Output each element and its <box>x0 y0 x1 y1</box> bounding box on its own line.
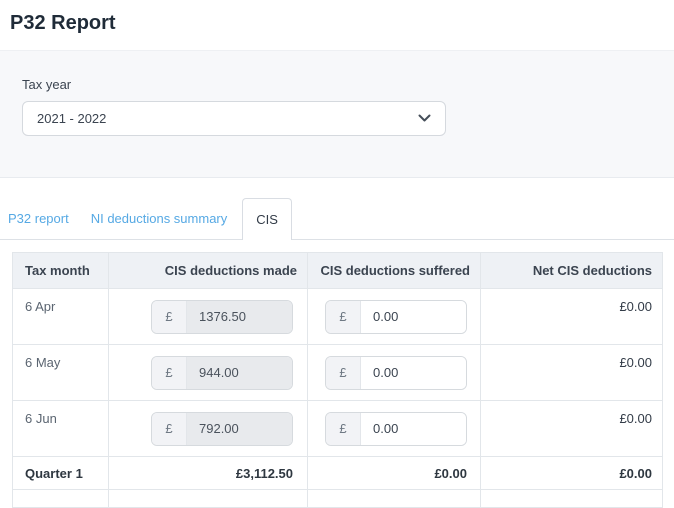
cis-suffered-input-group: £ <box>325 300 467 334</box>
tab-ni-deductions-summary[interactable]: NI deductions summary <box>80 198 239 239</box>
table-row: 6 May £ 944.00 £ £0.00 <box>13 345 663 401</box>
tax-month-label: 6 May <box>13 345 109 401</box>
pound-prefix: £ <box>152 357 187 389</box>
chevron-down-icon <box>418 114 431 123</box>
pound-prefix: £ <box>152 413 187 445</box>
table-row-clipped <box>13 490 663 508</box>
tax-year-label: Tax year <box>22 77 674 92</box>
table-row: 6 Apr £ 1376.50 £ £0.00 <box>13 289 663 345</box>
cis-suffered-input-group: £ <box>325 412 467 446</box>
quarter-net-total: £0.00 <box>481 457 663 490</box>
header-net-cis-deductions: Net CIS deductions <box>481 253 663 289</box>
header-cis-deductions-made: CIS deductions made <box>109 253 308 289</box>
pound-prefix: £ <box>326 413 361 445</box>
cis-suffered-input[interactable] <box>361 301 466 333</box>
tab-p32-report[interactable]: P32 report <box>0 198 80 239</box>
tax-year-select[interactable]: 2021 - 2022 <box>22 101 446 136</box>
report-tabs: P32 report NI deductions summary CIS <box>0 198 674 240</box>
net-cis-value: £0.00 <box>481 289 663 345</box>
header-cis-deductions-suffered: CIS deductions suffered <box>308 253 481 289</box>
cis-suffered-input[interactable] <box>361 413 466 445</box>
table-header-row: Tax month CIS deductions made CIS deduct… <box>13 253 663 289</box>
quarter-summary-row: Quarter 1 £3,112.50 £0.00 £0.00 <box>13 457 663 490</box>
tax-year-selected-value: 2021 - 2022 <box>37 111 106 126</box>
pound-prefix: £ <box>152 301 187 333</box>
cis-made-input-disabled: £ 944.00 <box>151 356 293 390</box>
cis-made-value: 944.00 <box>187 357 292 389</box>
pound-prefix: £ <box>326 357 361 389</box>
quarter-label: Quarter 1 <box>13 457 109 490</box>
tax-month-label: 6 Apr <box>13 289 109 345</box>
tax-year-panel: Tax year 2021 - 2022 <box>0 50 674 178</box>
cis-made-value: 792.00 <box>187 413 292 445</box>
pound-prefix: £ <box>326 301 361 333</box>
quarter-suffered-total: £0.00 <box>308 457 481 490</box>
cis-suffered-input-group: £ <box>325 356 467 390</box>
net-cis-value: £0.00 <box>481 401 663 457</box>
cis-deductions-table: Tax month CIS deductions made CIS deduct… <box>12 252 663 508</box>
page-title: P32 Report <box>0 0 674 35</box>
cis-made-input-disabled: £ 792.00 <box>151 412 293 446</box>
table-row: 6 Jun £ 792.00 £ £0.00 <box>13 401 663 457</box>
header-tax-month: Tax month <box>13 253 109 289</box>
quarter-made-total: £3,112.50 <box>109 457 308 490</box>
cis-made-input-disabled: £ 1376.50 <box>151 300 293 334</box>
tax-month-label: 6 Jun <box>13 401 109 457</box>
cis-made-value: 1376.50 <box>187 301 292 333</box>
cis-suffered-input[interactable] <box>361 357 466 389</box>
net-cis-value: £0.00 <box>481 345 663 401</box>
tab-cis[interactable]: CIS <box>242 198 292 240</box>
